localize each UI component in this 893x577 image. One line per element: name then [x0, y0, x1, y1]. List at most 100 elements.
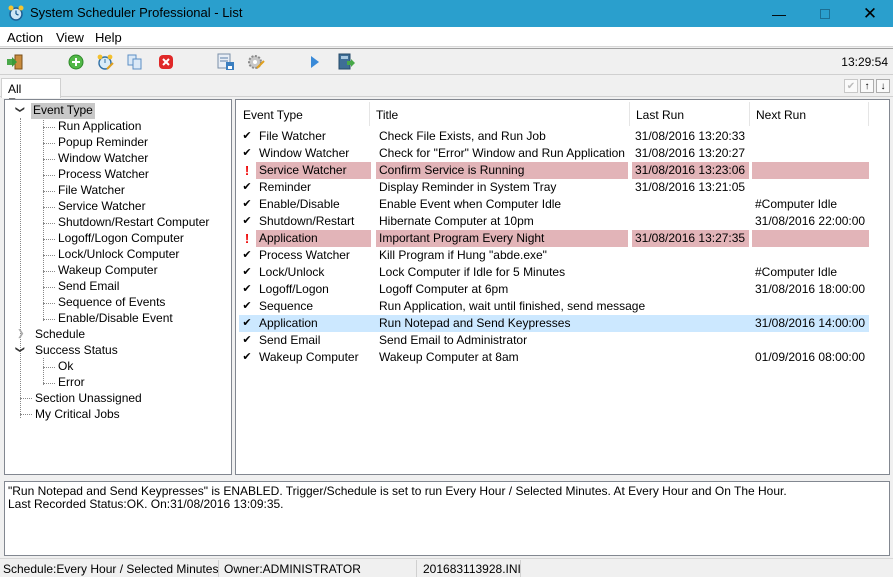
tree-node-event-type-child[interactable]: Send Email — [56, 279, 121, 295]
cell-last-run: 31/08/2016 13:21:05 — [635, 180, 746, 194]
minimize-button[interactable]: — — [756, 0, 802, 27]
exit-button[interactable] — [6, 53, 24, 71]
table-row[interactable]: ✔ Sequence Run Application, wait until fin… — [239, 298, 869, 315]
column-divider[interactable] — [629, 102, 630, 126]
export-button[interactable] — [337, 53, 355, 71]
table-row[interactable]: ✔ Shutdown/Restart Hibernate Computer at 1… — [239, 213, 869, 230]
cell-title: Display Reminder in System Tray — [379, 180, 557, 194]
run-now-button[interactable] — [306, 53, 324, 71]
tree-node-schedule[interactable]: Schedule — [33, 327, 87, 343]
settings-button[interactable] — [247, 53, 265, 71]
table-row[interactable]: ✔ Reminder Display Reminder in System Tray… — [239, 179, 869, 196]
column-header-last-run[interactable]: Last Run — [636, 108, 684, 122]
save-grid-button[interactable] — [217, 53, 235, 71]
chevron-down-icon[interactable]: ❯ — [14, 346, 25, 354]
add-event-button[interactable] — [67, 53, 85, 71]
tree-node-my-critical-jobs[interactable]: My Critical Jobs — [33, 407, 122, 423]
copy-event-icon — [127, 54, 142, 70]
tree-connector — [43, 159, 55, 160]
tree-node-event-type-child[interactable]: Enable/Disable Event — [56, 311, 175, 327]
table-row[interactable]: ✔ Lock/Unlock Lock Computer if Idle for 5 … — [239, 264, 869, 281]
tree-node-event-type[interactable]: Event Type — [31, 103, 95, 119]
menu-help[interactable]: Help — [95, 30, 122, 45]
table-row[interactable]: ! Application Important Program Every Nigh… — [239, 230, 869, 247]
maximize-button[interactable] — [802, 0, 848, 27]
tree-connector — [43, 358, 44, 385]
table-row[interactable]: ✔ Application Run Notepad and Send Keypres… — [239, 315, 869, 332]
tree-node-event-type-child[interactable]: Logoff/Logon Computer — [56, 231, 186, 247]
event-details-panel: "Run Notepad and Send Keypresses" is ENA… — [4, 481, 890, 556]
enabled-check-icon: ✔ — [242, 283, 252, 295]
tree-node-event-type-child[interactable]: Window Watcher — [56, 151, 150, 167]
tree-node-event-type-child[interactable]: Lock/Unlock Computer — [56, 247, 181, 263]
copy-event-button[interactable] — [126, 53, 144, 71]
cell-next-run: 31/08/2016 14:00:00 — [755, 316, 866, 330]
chevron-down-icon[interactable]: ❯ — [14, 106, 25, 114]
cell-title: Run Application, wait until finished, se… — [379, 299, 646, 313]
cell-last-run — [632, 281, 749, 298]
window-title: System Scheduler Professional - List — [30, 5, 243, 20]
table-row[interactable]: ✔ Wakeup Computer Wakeup Computer at 8am 01… — [239, 349, 869, 366]
tree-node-event-type-child[interactable]: Service Watcher — [56, 199, 148, 215]
cell-next-run — [752, 162, 869, 179]
tree-node-success-status[interactable]: Success Status — [33, 343, 120, 359]
tree-connector — [43, 175, 55, 176]
chevron-right-icon[interactable]: ❯ — [17, 328, 25, 339]
tree-node-event-type-child[interactable]: Wakeup Computer — [56, 263, 160, 279]
column-divider[interactable] — [369, 102, 370, 126]
category-tree[interactable]: ❯ Event Type ❯ Schedule ❯ Success Status… — [4, 99, 232, 475]
tree-node-event-type-child[interactable]: Popup Reminder — [56, 135, 150, 151]
table-row[interactable]: ✔ Send Email Send Email to Administrator — [239, 332, 869, 349]
close-button[interactable]: ✕ — [847, 0, 893, 27]
tree-node-event-type-child[interactable]: File Watcher — [56, 183, 127, 199]
arrow-down-icon: ↓ — [880, 80, 886, 92]
delete-event-button[interactable] — [157, 53, 175, 71]
check-button[interactable]: ✔ — [844, 79, 858, 93]
menu-bar: Action View Help — [0, 27, 893, 47]
table-row[interactable]: ✔ Process Watcher Kill Program if Hung "ab… — [239, 247, 869, 264]
cell-title: Lock Computer if Idle for 5 Minutes — [379, 265, 566, 279]
tree-connector — [43, 191, 55, 192]
cell-next-run — [752, 332, 869, 349]
cell-title: Check for "Error" Window and Run Applica… — [379, 146, 625, 160]
tree-connector — [20, 414, 32, 415]
cell-event-type: Send Email — [259, 333, 321, 347]
tree-node-event-type-child[interactable]: Shutdown/Restart Computer — [56, 215, 211, 231]
tree-node-section-unassigned[interactable]: Section Unassigned — [33, 391, 144, 407]
tree-node-error[interactable]: Error — [56, 375, 87, 391]
table-row[interactable]: ✔ Logoff/Logon Logoff Computer at 6pm 31/08… — [239, 281, 869, 298]
column-divider[interactable] — [749, 102, 750, 126]
tab-all-events[interactable]: All Events — [1, 78, 61, 110]
alert-exclamation-icon: ! — [244, 231, 250, 246]
column-header-event-type[interactable]: Event Type — [243, 108, 303, 122]
cell-event-type: Lock/Unlock — [259, 265, 325, 279]
column-divider[interactable] — [868, 102, 869, 126]
cell-next-run: #Computer Idle — [755, 265, 838, 279]
column-header-next-run[interactable]: Next Run — [756, 108, 806, 122]
export-book-icon — [338, 53, 355, 70]
tree-node-event-type-child[interactable]: Process Watcher — [56, 167, 151, 183]
column-header-title[interactable]: Title — [376, 108, 398, 122]
table-row[interactable]: ✔ Window Watcher Check for "Error" Window … — [239, 145, 869, 162]
status-divider — [218, 560, 219, 577]
tree-connector — [43, 303, 55, 304]
table-row[interactable]: ! Service Watcher Confirm Service is Runni… — [239, 162, 869, 179]
table-row[interactable]: ✔ Enable/Disable Enable Event when Compute… — [239, 196, 869, 213]
move-up-button[interactable]: ↑ — [860, 79, 874, 93]
tree-node-event-type-child[interactable]: Run Application — [56, 119, 143, 135]
move-down-button[interactable]: ↓ — [876, 79, 890, 93]
menu-view[interactable]: View — [56, 30, 84, 45]
table-row[interactable]: ✔ File Watcher Check File Exists, and Run … — [239, 128, 869, 145]
cell-event-type: Application — [259, 316, 318, 330]
cell-next-run — [752, 128, 869, 145]
tree-node-ok[interactable]: Ok — [56, 359, 75, 375]
cell-event-type: Wakeup Computer — [259, 350, 359, 364]
tree-connector — [43, 367, 55, 368]
tree-node-event-type-child[interactable]: Sequence of Events — [56, 295, 167, 311]
edit-event-button[interactable] — [96, 53, 114, 71]
cell-last-run: 31/08/2016 13:20:33 — [635, 129, 746, 143]
menu-action[interactable]: Action — [7, 30, 43, 45]
cell-event-type: Shutdown/Restart — [259, 214, 355, 228]
cell-next-run — [752, 179, 869, 196]
event-list[interactable]: Event Type Title Last Run Next Run ✔ File… — [235, 99, 890, 475]
